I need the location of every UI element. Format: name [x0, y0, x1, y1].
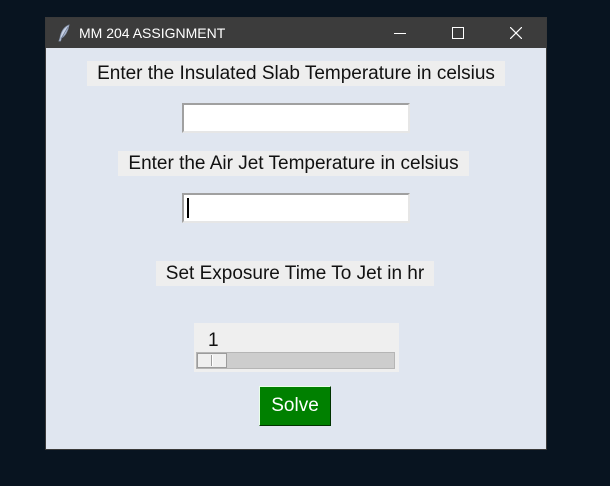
exposure-time-label: Set Exposure Time To Jet in hr — [156, 261, 434, 286]
window-title: MM 204 ASSIGNMENT — [79, 25, 226, 41]
slider-trough[interactable] — [196, 352, 395, 369]
title-bar[interactable]: MM 204 ASSIGNMENT — [46, 18, 546, 48]
slider-handle[interactable] — [197, 353, 227, 368]
air-jet-temperature-label: Enter the Air Jet Temperature in celsius — [118, 151, 469, 176]
text-caret — [187, 198, 189, 218]
minimize-button[interactable] — [377, 18, 423, 48]
close-button[interactable] — [493, 18, 539, 48]
close-icon — [510, 27, 522, 39]
slab-temperature-input[interactable] — [182, 103, 410, 133]
maximize-button[interactable] — [435, 18, 481, 48]
app-window: MM 204 ASSIGNMENT Enter the Insulated Sl… — [46, 18, 546, 449]
air-jet-temperature-input[interactable] — [182, 193, 410, 223]
minimize-icon — [394, 33, 406, 34]
exposure-time-value: 1 — [208, 330, 219, 351]
feather-icon — [56, 24, 72, 42]
exposure-time-slider[interactable]: 1 — [194, 323, 399, 372]
slab-temperature-label: Enter the Insulated Slab Temperature in … — [87, 61, 505, 86]
maximize-icon — [452, 27, 464, 39]
solve-button[interactable]: Solve — [259, 386, 331, 426]
